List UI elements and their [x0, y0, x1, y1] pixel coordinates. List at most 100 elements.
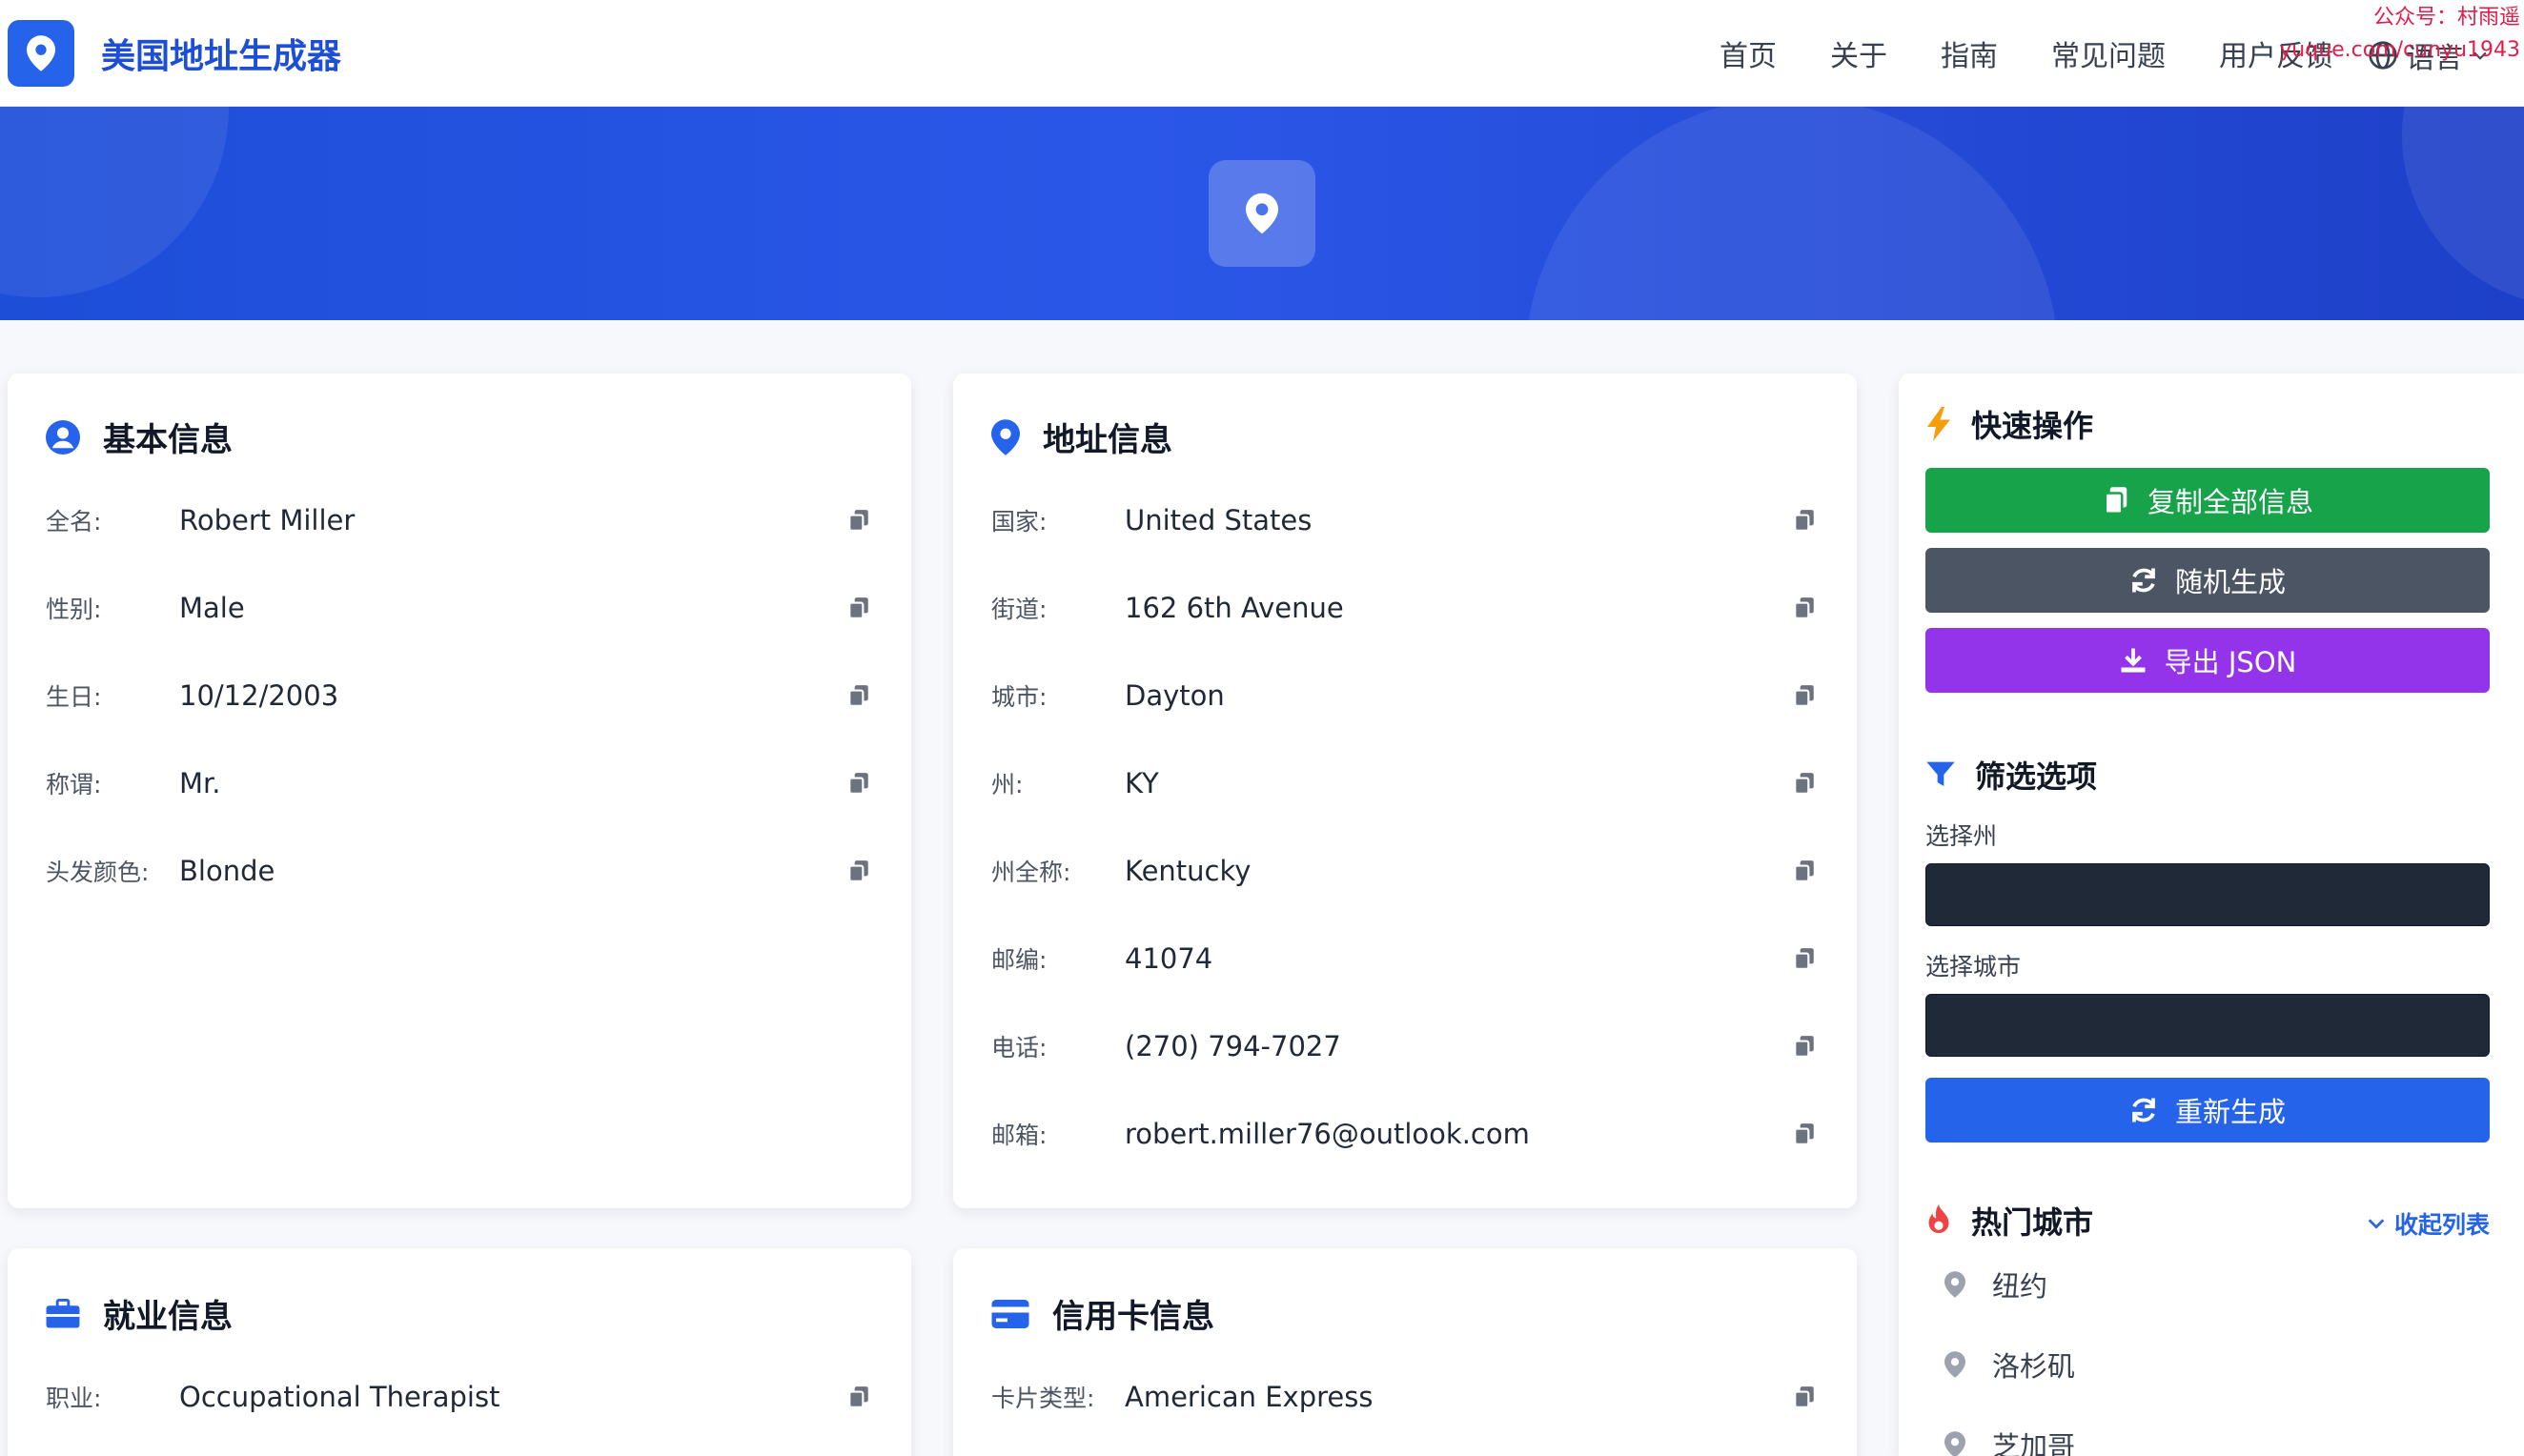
info-row: 全名: Robert Miller [46, 492, 873, 549]
field-value[interactable]: Mr. [179, 767, 845, 799]
top-header: 美国地址生成器 首页 关于 指南 常见问题 用户反馈 语言 公众号：村雨遥 yu… [0, 0, 2524, 107]
field-label: 电话: [991, 1034, 1048, 1062]
briefcase-icon [46, 1298, 80, 1328]
field-label: 州: [991, 771, 1024, 799]
copy-icon[interactable] [845, 506, 873, 535]
refresh-icon [2132, 1098, 2155, 1122]
card-title: 信用卡信息 [991, 1290, 1214, 1337]
chevron-down-icon [2368, 1219, 2385, 1229]
copy-icon[interactable] [1790, 944, 1819, 973]
info-row: 州: KY [991, 755, 1819, 812]
field-value[interactable]: 41074 [1125, 942, 1790, 975]
field-label: 卡片类型: [991, 1385, 1095, 1412]
info-row: 称谓: Mr. [46, 755, 873, 812]
field-value[interactable]: KY [1125, 767, 1790, 799]
state-select[interactable] [1925, 863, 2490, 926]
field-value[interactable]: (270) 794-7027 [1125, 1030, 1790, 1062]
copy-icon[interactable] [845, 769, 873, 798]
info-row: 性别: Male [46, 579, 873, 637]
field-value[interactable]: Male [179, 592, 845, 624]
nav-guide[interactable]: 指南 [1941, 32, 1998, 74]
info-row: 电话: (270) 794-7027 [991, 1018, 1819, 1075]
nav-home[interactable]: 首页 [1720, 32, 1777, 74]
collapse-list-button[interactable]: 收起列表 [2366, 1206, 2490, 1241]
hero-decor-circle [1525, 107, 2059, 320]
card-title: 就业信息 [46, 1290, 233, 1337]
info-row: 头发颜色: Blonde [46, 842, 873, 900]
hero-decor-circle [0, 107, 229, 297]
city-item[interactable]: 纽约 [1944, 1264, 2047, 1304]
field-value[interactable]: Dayton [1125, 679, 1790, 712]
city-label: 选择城市 [1925, 953, 2022, 981]
copy-icon[interactable] [1790, 1383, 1819, 1411]
nav-faq[interactable]: 常见问题 [2051, 32, 2166, 74]
info-row: 州全称: Kentucky [991, 842, 1819, 900]
copy-icon[interactable] [845, 594, 873, 622]
card-title: 基本信息 [46, 414, 233, 460]
field-value[interactable]: Blonde [179, 855, 845, 887]
field-value[interactable]: Occupational Therapist [179, 1381, 845, 1413]
hero-banner [0, 107, 2524, 320]
info-row: 邮箱: robert.miller76@outlook.com [991, 1105, 1819, 1163]
download-icon [2121, 648, 2146, 673]
city-name: 洛杉矶 [1992, 1350, 2076, 1383]
logo[interactable] [8, 19, 74, 87]
sidebar-panel: 快速操作 复制全部信息 随机生成 导出 JSON 筛选选项 选择州 选择城市 重… [1899, 374, 2524, 1456]
info-row: 街道: 162 6th Avenue [991, 579, 1819, 637]
field-value[interactable]: 162 6th Avenue [1125, 592, 1790, 624]
random-generate-button[interactable]: 随机生成 [1925, 548, 2490, 613]
lightning-icon [1927, 407, 1950, 441]
map-pin-icon [1944, 1351, 1965, 1378]
state-label: 选择州 [1925, 822, 1998, 850]
hero-icon-box [1209, 160, 1315, 267]
copy-icon[interactable] [1790, 681, 1819, 710]
fire-icon [1928, 1204, 1949, 1234]
map-pin-icon [1246, 192, 1278, 234]
copy-icon[interactable] [1790, 1120, 1819, 1148]
regenerate-button[interactable]: 重新生成 [1925, 1078, 2490, 1143]
brand-title[interactable]: 美国地址生成器 [101, 29, 341, 78]
copy-icon[interactable] [1790, 594, 1819, 622]
map-pin-icon [1944, 1271, 1965, 1298]
info-row: 邮编: 41074 [991, 930, 1819, 987]
field-value[interactable]: United States [1125, 504, 1790, 536]
filter-title: 筛选选项 [1925, 753, 2097, 797]
city-name: 芝加哥 [1992, 1430, 2076, 1456]
export-json-button[interactable]: 导出 JSON [1925, 628, 2490, 693]
copy-icon[interactable] [1790, 506, 1819, 535]
field-value[interactable]: Robert Miller [179, 504, 845, 536]
copy-icon[interactable] [1790, 857, 1819, 885]
field-value[interactable]: robert.miller76@outlook.com [1125, 1118, 1790, 1150]
copy-icon[interactable] [1790, 769, 1819, 798]
field-label: 全名: [46, 508, 102, 536]
copy-icon[interactable] [845, 1383, 873, 1411]
field-label: 城市: [991, 683, 1048, 711]
info-row: 城市: Dayton [991, 667, 1819, 724]
info-row: 职业: Occupational Therapist [46, 1368, 873, 1426]
field-value[interactable]: Kentucky [1125, 855, 1790, 887]
filter-icon [1926, 761, 1955, 786]
field-label: 生日: [46, 683, 102, 711]
city-item[interactable]: 洛杉矶 [1944, 1345, 2075, 1385]
copy-icon[interactable] [845, 681, 873, 710]
city-name: 纽约 [1992, 1270, 2048, 1303]
copy-icon[interactable] [1790, 1032, 1819, 1061]
map-pin-icon [1944, 1431, 1965, 1456]
field-value[interactable]: American Express [1125, 1381, 1790, 1413]
quick-actions-title: 快速操作 [1925, 402, 2093, 446]
field-label: 邮编: [991, 946, 1048, 974]
field-label: 国家: [991, 508, 1048, 536]
city-item[interactable]: 芝加哥 [1944, 1425, 2075, 1456]
city-select[interactable] [1925, 994, 2490, 1057]
credit-card-icon [991, 1299, 1029, 1328]
nav-about[interactable]: 关于 [1830, 32, 1887, 74]
employment-info-card: 就业信息 职业: Occupational Therapist [8, 1248, 911, 1456]
field-label: 邮箱: [991, 1122, 1048, 1149]
address-info-card: 地址信息 国家: United States 街道: 162 6th Avenue 城市… [953, 374, 1857, 1208]
map-pin-icon [27, 34, 55, 71]
field-value[interactable]: 10/12/2003 [179, 679, 845, 712]
copy-all-button[interactable]: 复制全部信息 [1925, 468, 2490, 533]
copy-icon [2104, 487, 2127, 515]
field-label: 性别: [46, 596, 102, 623]
copy-icon[interactable] [845, 857, 873, 885]
